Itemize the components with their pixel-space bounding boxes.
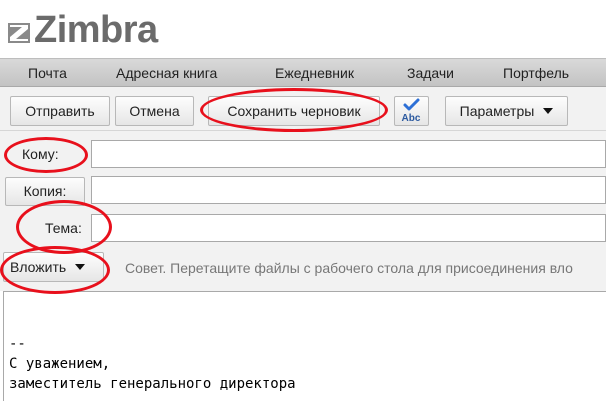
cc-field[interactable] xyxy=(91,176,606,204)
cc-button[interactable]: Копия: xyxy=(5,177,85,206)
to-field[interactable] xyxy=(91,140,606,168)
tab-briefcase[interactable]: Портфель xyxy=(503,59,569,87)
spellcheck-icon: Abc xyxy=(402,98,421,124)
zimbra-logo-icon xyxy=(8,23,30,43)
signature-line-1: С уважением, xyxy=(9,356,111,372)
zimbra-logo: Zimbra xyxy=(7,10,158,50)
subject-label: Тема: xyxy=(45,220,82,236)
logo-text: Zimbra xyxy=(34,9,158,51)
save-draft-button[interactable]: Сохранить черновик xyxy=(208,96,380,126)
chevron-down-icon xyxy=(543,108,554,115)
compose-toolbar: Отправить Отмена Сохранить черновик Abc … xyxy=(0,87,606,131)
attach-label: Вложить xyxy=(10,259,67,275)
drag-drop-hint: Совет. Перетащите файлы с рабочего стола… xyxy=(125,260,573,276)
send-button[interactable]: Отправить xyxy=(10,96,110,126)
main-nav: Почта Адресная книга Ежедневник Задачи П… xyxy=(0,58,606,87)
attach-button[interactable]: Вложить xyxy=(3,252,104,282)
options-label: Параметры xyxy=(459,103,535,119)
tab-tasks[interactable]: Задачи xyxy=(407,59,454,87)
tab-calendar[interactable]: Ежедневник xyxy=(275,59,354,87)
tab-mail[interactable]: Почта xyxy=(28,59,67,87)
spellcheck-icon-text: Abc xyxy=(402,113,421,124)
app-header: Zimbra xyxy=(0,0,606,58)
to-label[interactable]: Кому: xyxy=(22,146,59,162)
spellcheck-button[interactable]: Abc xyxy=(394,96,429,126)
options-button[interactable]: Параметры xyxy=(445,96,568,126)
cancel-button[interactable]: Отмена xyxy=(115,96,194,126)
tab-address-book[interactable]: Адресная книга xyxy=(116,59,217,87)
signature-line-2: заместитель генерального директора xyxy=(9,376,296,392)
message-body-editor[interactable]: -- С уважением, заместитель генерального… xyxy=(3,291,606,401)
signature-separator: -- xyxy=(9,336,26,352)
chevron-down-icon xyxy=(75,264,86,271)
subject-field[interactable] xyxy=(91,214,606,242)
